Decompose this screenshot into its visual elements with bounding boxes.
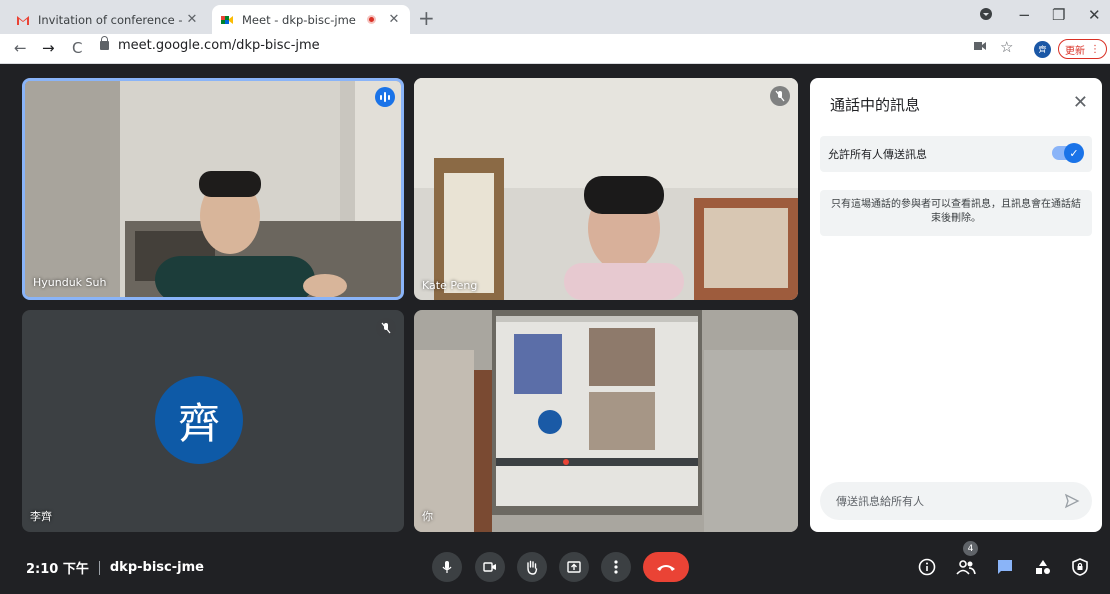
activities-button[interactable] (1030, 554, 1056, 580)
back-icon[interactable]: ← (14, 39, 27, 57)
participant-name: Hyunduk Suh (33, 276, 107, 289)
participant-name: 你 (422, 510, 433, 523)
browser-tab-bar: Invitation of conference - 6109 ✕ Meet -… (0, 0, 1110, 34)
restore-icon[interactable]: ❐ (1052, 6, 1065, 24)
leave-call-button[interactable] (643, 552, 689, 582)
close-icon[interactable]: ✕ (1073, 92, 1088, 113)
participant-avatar: 齊 (155, 376, 243, 464)
participant-tile[interactable]: 齊 李齊 (22, 310, 404, 532)
tab-meet[interactable]: Meet - dkp-bisc-jme ✕ (212, 5, 410, 34)
meet-bottom-bar: 2:10 下午 dkp-bisc-jme (0, 540, 1110, 594)
participant-name: Kate Peng (422, 279, 478, 292)
address-bar[interactable]: meet.google.com/dkp-bisc-jme (100, 36, 320, 53)
people-count-badge: 4 (963, 541, 978, 556)
mic-off-icon (770, 86, 790, 106)
speaking-indicator-icon (375, 87, 395, 107)
lock-icon (100, 36, 109, 50)
mic-icon (442, 561, 452, 573)
video-feed (414, 310, 798, 532)
allow-messages-row: 允許所有人傳送訊息 ✓ (820, 136, 1092, 172)
update-button[interactable]: 更新 ⋮ (1058, 39, 1107, 59)
gmail-icon (16, 13, 30, 27)
tab-title: Meet - dkp-bisc-jme (242, 12, 356, 27)
raise-hand-button[interactable] (517, 552, 547, 582)
participant-tile[interactable]: Hyunduk Suh (22, 78, 404, 300)
present-to-all-icon (567, 561, 581, 573)
panel-title: 通話中的訊息 (830, 96, 921, 114)
call-end-icon (657, 565, 675, 571)
more-options-button[interactable] (601, 552, 631, 582)
url-text: meet.google.com/dkp-bisc-jme (118, 38, 320, 53)
participant-name: 李齊 (30, 510, 52, 523)
close-window-icon[interactable]: ✕ (1088, 6, 1101, 24)
category-icon (1036, 560, 1050, 574)
info-icon (918, 558, 936, 576)
videocam-icon (483, 562, 496, 572)
send-icon[interactable] (1064, 493, 1080, 512)
hand-icon (527, 560, 538, 575)
camera-in-use-icon[interactable] (974, 40, 986, 55)
reload-icon[interactable]: C (72, 39, 82, 57)
message-input-placeholder: 傳送訊息給所有人 (836, 495, 924, 508)
video-feed (25, 81, 401, 297)
mic-off-icon (376, 318, 396, 338)
messages-info-notice: 只有這場通話的參與者可以查看訊息，且訊息會在通話結束後刪除。 (820, 190, 1092, 236)
divider (98, 560, 100, 575)
microphone-button[interactable] (432, 552, 462, 582)
in-call-messages-panel: 通話中的訊息 ✕ 允許所有人傳送訊息 ✓ 只有這場通話的參與者可以查看訊息，且訊… (810, 78, 1102, 532)
update-label: 更新 (1065, 45, 1085, 57)
profile-menu-icon[interactable] (980, 6, 992, 24)
minimize-icon[interactable]: − (1018, 6, 1031, 24)
allow-messages-toggle[interactable]: ✓ (1052, 143, 1084, 163)
browser-toolbar: ← → C meet.google.com/dkp-bisc-jme ☆ 齊 更… (0, 34, 1110, 64)
meeting-time: 2:10 下午 (26, 562, 89, 577)
forward-icon[interactable]: → (42, 39, 55, 57)
people-icon (956, 560, 976, 575)
chat-icon (998, 560, 1012, 574)
tab-gmail[interactable]: Invitation of conference - 6109 ✕ (8, 5, 208, 34)
meeting-details-button[interactable] (914, 554, 940, 580)
camera-button[interactable] (475, 552, 505, 582)
host-controls-button[interactable] (1067, 554, 1093, 580)
recording-icon (367, 15, 376, 24)
participant-tile[interactable]: 你 (414, 310, 798, 532)
check-icon: ✓ (1064, 143, 1084, 163)
bookmark-star-icon[interactable]: ☆ (1000, 38, 1013, 56)
profile-avatar[interactable]: 齊 (1034, 41, 1051, 58)
participant-tile[interactable]: Kate Peng (414, 78, 798, 300)
close-tab-icon[interactable]: ✕ (184, 12, 200, 27)
shield-lock-icon (1072, 558, 1088, 576)
close-tab-icon[interactable]: ✕ (386, 12, 402, 27)
meet-icon (220, 13, 234, 27)
video-feed (414, 78, 798, 300)
new-tab-icon[interactable]: + (418, 6, 435, 30)
allow-messages-label: 允許所有人傳送訊息 (828, 148, 927, 161)
more-vert-icon (614, 560, 618, 574)
message-input[interactable]: 傳送訊息給所有人 (820, 482, 1092, 520)
chat-button[interactable] (992, 554, 1018, 580)
meeting-details: 2:10 下午 dkp-bisc-jme (26, 558, 204, 577)
present-screen-button[interactable] (559, 552, 589, 582)
tab-title: Invitation of conference - 6109 (38, 12, 184, 27)
more-vert-icon: ⋮ (1090, 43, 1100, 55)
people-button[interactable] (953, 554, 979, 580)
meeting-code: dkp-bisc-jme (109, 560, 204, 575)
